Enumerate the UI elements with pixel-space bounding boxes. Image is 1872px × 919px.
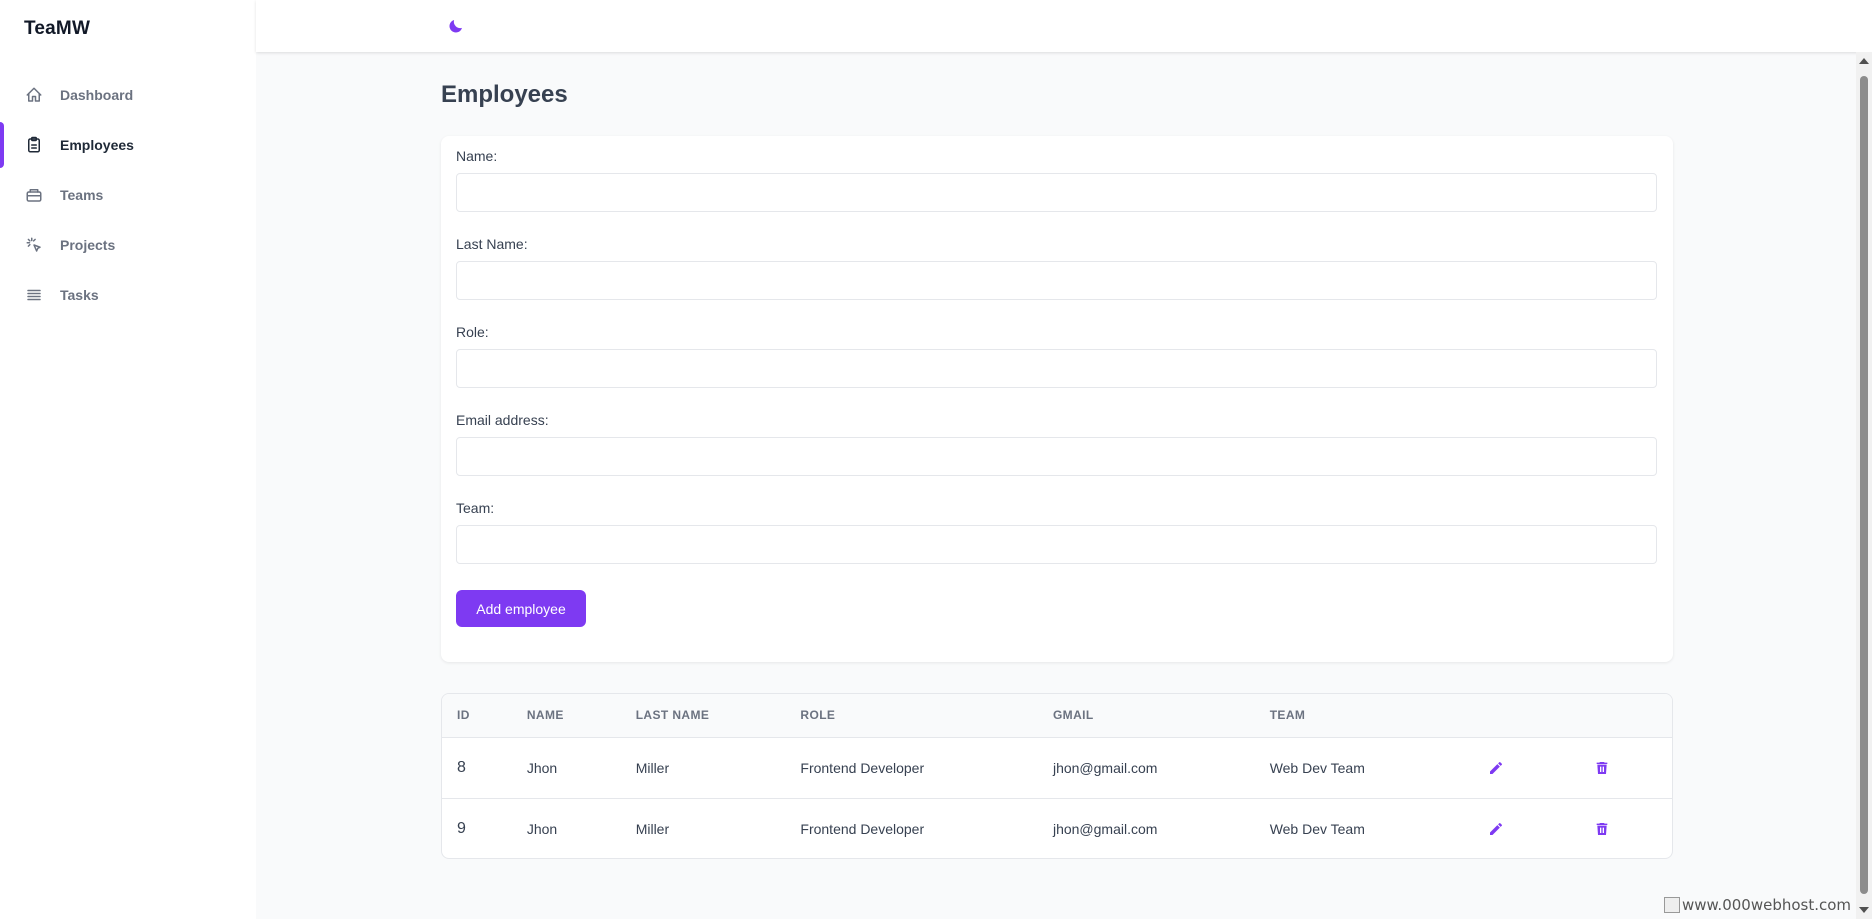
sidebar-item-label: Teams — [60, 187, 104, 203]
cell-name: Jhon — [526, 820, 558, 837]
top-bar — [256, 0, 1872, 52]
table-header-row: ID NAME LAST NAME ROLE GMAIL TEAM — [442, 694, 1672, 737]
clipboard-icon — [25, 136, 43, 154]
cell-last-name: Miller — [635, 820, 670, 837]
column-header-name: NAME — [526, 708, 564, 723]
role-label: Role: — [456, 324, 489, 340]
cell-team: Web Dev Team — [1269, 759, 1365, 776]
sidebar-nav: Dashboard Employees Teams Projects Tasks — [0, 70, 256, 320]
host-badge-text: www.000webhost.com — [1682, 896, 1852, 914]
last-name-label: Last Name: — [456, 236, 528, 252]
cell-delete — [1590, 737, 1672, 798]
cell-id: 8 — [457, 758, 466, 776]
team-label: Team: — [456, 500, 495, 516]
employees-table: ID NAME LAST NAME ROLE GMAIL TEAM 8 Jhon… — [441, 693, 1673, 859]
sidebar-item-label: Tasks — [60, 287, 99, 303]
cell-role: Frontend Developer — [800, 759, 925, 776]
broken-image-icon — [1664, 897, 1680, 913]
column-header-delete — [1590, 694, 1672, 737]
name-label: Name: — [456, 148, 498, 164]
add-employee-button[interactable]: Add employee — [456, 590, 586, 627]
cell-edit — [1484, 798, 1590, 858]
cell-name: Jhon — [526, 759, 558, 776]
page-title: Employees — [441, 81, 568, 108]
trash-icon[interactable] — [1590, 817, 1614, 841]
edit-icon[interactable] — [1484, 756, 1508, 780]
cell-role: Frontend Developer — [800, 820, 925, 837]
cell-edit — [1484, 737, 1590, 798]
table-row: 9 Jhon Miller Frontend Developer jhon@gm… — [442, 798, 1672, 858]
host-badge[interactable]: www.000webhost.com — [1664, 896, 1851, 914]
page-scrollbar[interactable] — [1856, 52, 1872, 919]
column-header-gmail: GMAIL — [1052, 708, 1094, 723]
table-row: 8 Jhon Miller Frontend Developer jhon@gm… — [442, 737, 1672, 798]
cell-id: 9 — [457, 819, 466, 837]
sidebar: TeaMW Dashboard Employees Teams Projects… — [0, 0, 256, 919]
sidebar-item-teams[interactable]: Teams — [0, 170, 256, 220]
name-input[interactable] — [456, 173, 1657, 212]
scroll-up-arrow-icon[interactable] — [1859, 58, 1869, 64]
cursor-click-icon — [25, 236, 43, 254]
employee-form-card: Name: Last Name: Role: Email address: Te… — [441, 136, 1673, 662]
scroll-down-arrow-icon[interactable] — [1859, 907, 1869, 913]
home-icon — [25, 86, 43, 104]
main-content: Employees Name: Last Name: Role: Email a… — [256, 52, 1856, 919]
briefcase-icon — [25, 186, 43, 204]
column-header-team: TEAM — [1269, 708, 1306, 723]
cell-gmail: jhon@gmail.com — [1052, 820, 1158, 837]
email-input[interactable] — [456, 437, 1657, 476]
active-indicator — [0, 122, 4, 168]
brand-logo[interactable]: TeaMW — [24, 18, 90, 40]
moon-icon[interactable] — [447, 17, 465, 35]
column-header-id: ID — [457, 708, 470, 723]
column-header-last-name: LAST NAME — [635, 708, 710, 723]
role-input[interactable] — [456, 349, 1657, 388]
edit-icon[interactable] — [1484, 817, 1508, 841]
sidebar-item-employees[interactable]: Employees — [0, 120, 256, 170]
sidebar-item-label: Dashboard — [60, 87, 134, 103]
cell-delete — [1590, 798, 1672, 858]
sidebar-item-label: Employees — [60, 137, 134, 153]
team-input[interactable] — [456, 525, 1657, 564]
column-header-edit — [1484, 694, 1590, 737]
sidebar-item-dashboard[interactable]: Dashboard — [0, 70, 256, 120]
email-label: Email address: — [456, 412, 549, 428]
list-icon — [25, 286, 43, 304]
sidebar-item-projects[interactable]: Projects — [0, 220, 256, 270]
last-name-input[interactable] — [456, 261, 1657, 300]
scrollbar-thumb[interactable] — [1860, 76, 1868, 894]
sidebar-item-label: Projects — [60, 237, 116, 253]
column-header-role: ROLE — [800, 708, 836, 723]
sidebar-item-tasks[interactable]: Tasks — [0, 270, 256, 320]
cell-gmail: jhon@gmail.com — [1052, 759, 1158, 776]
cell-last-name: Miller — [635, 759, 670, 776]
cell-team: Web Dev Team — [1269, 820, 1365, 837]
trash-icon[interactable] — [1590, 756, 1614, 780]
